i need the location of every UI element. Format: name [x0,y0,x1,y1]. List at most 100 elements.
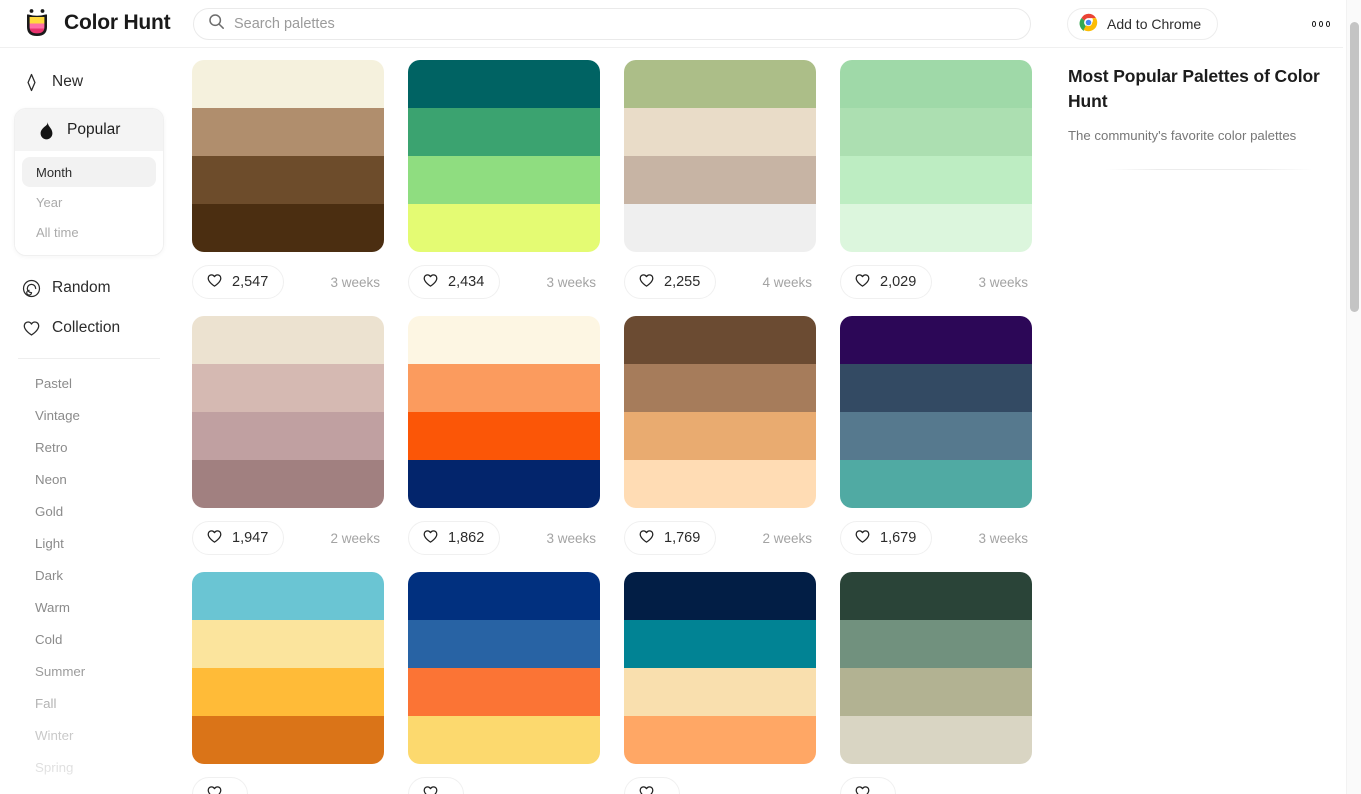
palette-swatch-3[interactable] [408,668,600,716]
palette-card[interactable]: 2,029 3 weeks [840,60,1032,300]
palette-swatch-2[interactable] [840,108,1032,156]
palette-swatches[interactable] [408,60,600,252]
palette-swatch-3[interactable] [408,412,600,460]
sidebar-item-random[interactable]: Random [14,268,164,308]
tag-light[interactable]: Light [14,527,164,559]
palette-card[interactable] [624,572,816,794]
palette-card[interactable] [840,572,1032,794]
more-horizontal-icon[interactable] [1306,12,1336,36]
like-button[interactable]: 1,769 [624,521,717,555]
like-button[interactable]: 1,679 [840,521,933,555]
palette-swatch-2[interactable] [408,364,600,412]
palette-swatch-1[interactable] [408,572,600,620]
tag-retro[interactable]: Retro [14,431,164,463]
palette-swatches[interactable] [192,60,384,252]
palette-swatch-4[interactable] [408,716,600,764]
palette-swatch-3[interactable] [192,668,384,716]
sidebar-item-popular[interactable]: Popular [15,109,163,151]
palette-swatch-3[interactable] [624,668,816,716]
palette-card[interactable] [408,572,600,794]
palette-card[interactable]: 1,679 3 weeks [840,316,1032,556]
page-scrollbar-track[interactable] [1346,0,1361,794]
like-button[interactable]: 2,029 [840,265,933,299]
palette-swatch-1[interactable] [192,316,384,364]
palette-card[interactable] [192,572,384,794]
tag-gold[interactable]: Gold [14,495,164,527]
palette-swatch-1[interactable] [192,60,384,108]
palette-card[interactable]: 1,947 2 weeks [192,316,384,556]
palette-swatches[interactable] [840,60,1032,252]
palette-card[interactable]: 1,862 3 weeks [408,316,600,556]
palette-swatch-2[interactable] [408,620,600,668]
palette-swatch-4[interactable] [192,204,384,252]
tag-winter[interactable]: Winter [14,719,164,751]
palette-card[interactable]: 1,769 2 weeks [624,316,816,556]
palette-swatch-2[interactable] [192,108,384,156]
palette-swatch-1[interactable] [840,60,1032,108]
palette-swatch-4[interactable] [192,716,384,764]
palette-swatches[interactable] [192,316,384,508]
palette-swatches[interactable] [192,572,384,764]
palette-swatch-4[interactable] [192,460,384,508]
like-button[interactable]: 1,862 [408,521,501,555]
palette-card[interactable]: 2,434 3 weeks [408,60,600,300]
palette-swatches[interactable] [840,572,1032,764]
palette-swatches[interactable] [624,60,816,252]
tag-neon[interactable]: Neon [14,463,164,495]
like-button[interactable] [192,777,248,794]
sidebar-item-new[interactable]: New [14,62,164,102]
tag-pastel[interactable]: Pastel [14,367,164,399]
tag-summer[interactable]: Summer [14,655,164,687]
palette-swatch-1[interactable] [408,60,600,108]
palette-swatch-2[interactable] [840,364,1032,412]
palette-swatch-1[interactable] [624,60,816,108]
palette-swatch-1[interactable] [624,316,816,364]
palette-swatch-4[interactable] [624,460,816,508]
palette-swatch-2[interactable] [624,108,816,156]
palette-card[interactable]: 2,547 3 weeks [192,60,384,300]
palette-swatch-4[interactable] [840,204,1032,252]
palette-swatches[interactable] [624,572,816,764]
popular-option-all-time[interactable]: All time [22,217,156,247]
tag-happy[interactable]: Happy [14,783,164,794]
tag-dark[interactable]: Dark [14,559,164,591]
palette-swatches[interactable] [408,316,600,508]
palette-swatch-3[interactable] [840,156,1032,204]
palette-swatch-3[interactable] [624,156,816,204]
like-button[interactable]: 1,947 [192,521,285,555]
palette-swatch-1[interactable] [840,572,1032,620]
popular-option-month[interactable]: Month [22,157,156,187]
palette-swatch-3[interactable] [192,412,384,460]
tag-cold[interactable]: Cold [14,623,164,655]
tag-warm[interactable]: Warm [14,591,164,623]
palette-swatches[interactable] [840,316,1032,508]
brand-logo-link[interactable]: Color Hunt [20,6,171,40]
page-scrollbar-thumb[interactable] [1350,22,1359,312]
popular-option-year[interactable]: Year [22,187,156,217]
palette-swatch-1[interactable] [192,572,384,620]
like-button[interactable]: 2,547 [192,265,285,299]
palette-swatch-4[interactable] [624,204,816,252]
palette-swatch-3[interactable] [840,412,1032,460]
like-button[interactable]: 2,255 [624,265,717,299]
palette-swatch-2[interactable] [840,620,1032,668]
palette-swatch-2[interactable] [624,620,816,668]
palette-swatch-1[interactable] [408,316,600,364]
like-button[interactable]: 2,434 [408,265,501,299]
palette-swatch-1[interactable] [624,572,816,620]
palette-swatch-4[interactable] [840,716,1032,764]
palette-swatch-3[interactable] [192,156,384,204]
search-bar[interactable] [193,8,1031,40]
palette-swatch-3[interactable] [408,156,600,204]
tag-vintage[interactable]: Vintage [14,399,164,431]
palette-swatches[interactable] [408,572,600,764]
palette-swatch-2[interactable] [192,620,384,668]
palette-swatch-2[interactable] [192,364,384,412]
palette-swatch-4[interactable] [408,460,600,508]
add-to-chrome-button[interactable]: Add to Chrome [1067,8,1219,40]
palette-swatch-4[interactable] [840,460,1032,508]
search-input[interactable] [234,16,1016,32]
palette-swatch-4[interactable] [624,716,816,764]
like-button[interactable] [840,777,896,794]
palette-swatch-2[interactable] [408,108,600,156]
